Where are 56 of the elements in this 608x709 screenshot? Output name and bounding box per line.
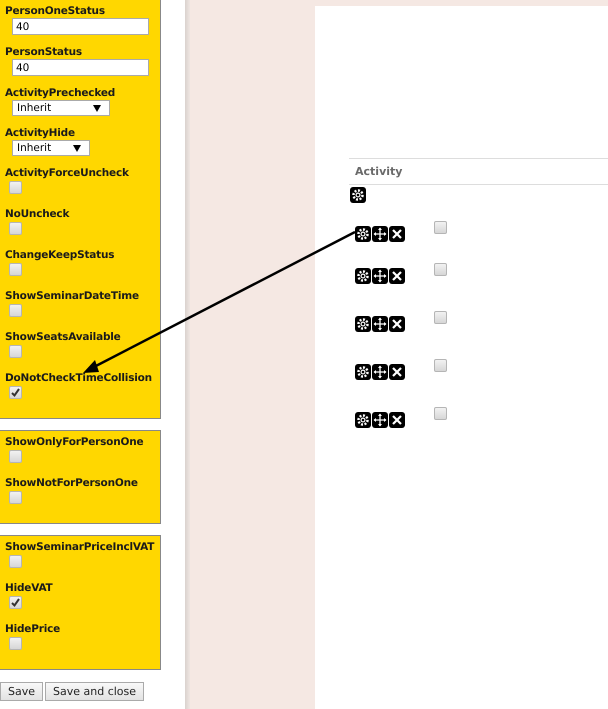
field-label: ActivityPrechecked — [5, 87, 116, 100]
checkbox[interactable] — [9, 222, 22, 235]
move-icon[interactable] — [372, 268, 388, 284]
checkbox[interactable] — [9, 555, 22, 568]
checkbox[interactable] — [9, 386, 22, 399]
column-header: Activity — [355, 165, 402, 178]
move-icon[interactable] — [372, 412, 388, 428]
move-icon[interactable] — [372, 316, 388, 332]
move-icon[interactable] — [372, 364, 388, 380]
save-close-button[interactable]: Save and close — [45, 682, 144, 701]
checkbox[interactable] — [9, 181, 22, 194]
dropdown[interactable]: Inherit — [12, 140, 90, 156]
close-icon[interactable] — [389, 226, 405, 242]
field-label: ShowSeatsAvailable — [5, 331, 121, 344]
settings-icon[interactable] — [355, 226, 371, 242]
checkbox[interactable] — [434, 221, 447, 234]
field-label: NoUncheck — [5, 208, 70, 221]
save-button[interactable]: Save — [0, 682, 44, 701]
dropdown[interactable]: Inherit — [12, 100, 110, 116]
field-label: ActivityForceUncheck — [5, 167, 129, 180]
close-icon[interactable] — [389, 412, 405, 428]
settings-icon[interactable] — [355, 268, 371, 284]
checkbox[interactable] — [9, 345, 22, 358]
field-label: HidePrice — [5, 623, 60, 636]
settings-icon[interactable] — [355, 412, 371, 428]
caret-icon — [93, 104, 101, 112]
field-label: PersonStatus — [5, 46, 82, 59]
field-label: ShowNotForPersonOne — [5, 477, 138, 490]
field-label: ShowSeminarPriceInclVAT — [5, 541, 154, 554]
field-label: ShowSeminarDateTime — [5, 290, 139, 303]
field-label: HideVAT — [5, 582, 53, 595]
field-label: ActivityHide — [5, 127, 75, 140]
checkbox[interactable] — [9, 637, 22, 650]
close-icon[interactable] — [389, 316, 405, 332]
close-icon[interactable] — [389, 268, 405, 284]
checkbox[interactable] — [9, 450, 22, 463]
move-icon[interactable] — [372, 226, 388, 242]
checkbox[interactable] — [434, 407, 447, 420]
checkbox[interactable] — [434, 263, 447, 276]
field-label: ChangeKeepStatus — [5, 249, 114, 262]
text-field[interactable]: 40 — [12, 59, 149, 76]
checkbox[interactable] — [9, 304, 22, 317]
checkbox[interactable] — [434, 311, 447, 324]
settings-icon[interactable] — [355, 316, 371, 332]
checkbox[interactable] — [9, 491, 22, 504]
checkbox[interactable] — [9, 263, 22, 276]
field-label: DoNotCheckTimeCollision — [5, 372, 152, 385]
text-field[interactable]: 40 — [12, 18, 149, 35]
settings-icon[interactable] — [355, 364, 371, 380]
checkbox[interactable] — [9, 596, 22, 609]
checkbox[interactable] — [434, 359, 447, 372]
field-label: PersonOneStatus — [5, 5, 105, 18]
field-label: ShowOnlyForPersonOne — [5, 436, 144, 449]
settings-icon[interactable] — [350, 187, 366, 203]
caret-icon — [73, 144, 81, 152]
close-icon[interactable] — [389, 364, 405, 380]
